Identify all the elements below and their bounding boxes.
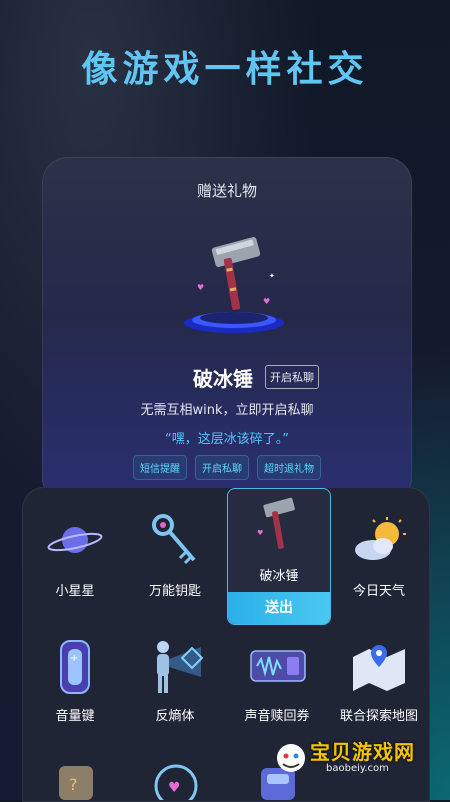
gift-quote: “嘿，这层冰该碎了。” [165, 432, 289, 447]
gift-item-volume-key[interactable]: + 音量键 [25, 633, 125, 733]
svg-text:♥: ♥ [263, 297, 270, 306]
gift-item-anti-entropy[interactable]: 反熵体 [125, 633, 225, 733]
svg-text:♥: ♥ [257, 529, 263, 537]
tag-open-chat: 开启私聊 [195, 455, 249, 480]
page-headline: 像游戏一样社交 [81, 49, 369, 90]
hammer-hero-icon: ♥ ♥ ✦ [184, 237, 284, 333]
svg-text:✦: ✦ [269, 272, 275, 280]
gift-item-weather[interactable]: 今日天气 [329, 498, 429, 618]
send-button[interactable]: 送出 [228, 592, 330, 624]
gift-label: 万能钥匙 [148, 584, 201, 599]
hammer-icon: ♥ [257, 497, 295, 549]
svg-text:♥: ♥ [197, 283, 204, 292]
gift-item-exploration-map[interactable]: 联合探索地图 [329, 633, 429, 733]
card-title: 赠送礼物 [196, 182, 257, 200]
planet-icon [47, 527, 103, 553]
figure-icon [157, 641, 204, 693]
gift-detail-card: 赠送礼物 ♥ ♥ ✦ 破冰锤 开启私聊 无需互相wink，立即开启私聊 “嘿，这… [42, 157, 412, 504]
feature-tags: 短信提醒 开启私聊 超时退礼物 [43, 455, 411, 480]
heart-gauge-icon: ♥ [154, 764, 198, 800]
watermark-text: 宝贝游戏网 [310, 740, 415, 764]
gift-label: 小星星 [55, 584, 95, 599]
volume-key-icon: + [60, 640, 90, 694]
gift-label: 联合探索地图 [339, 709, 418, 724]
weather-icon [355, 517, 406, 560]
tag-sms-reminder: 短信提醒 [133, 455, 187, 480]
svg-text:♥: ♥ [168, 780, 181, 796]
gift-item-hammer-selected[interactable]: ♥ 破冰锤 送出 [227, 488, 331, 625]
gift-item-star[interactable]: 小星星 [25, 498, 125, 618]
gift-badge: 开启私聊 [265, 365, 319, 389]
gift-label: 声音赎回券 [244, 709, 310, 724]
svg-text:?: ? [69, 775, 78, 794]
gift-label: 音量键 [55, 709, 95, 724]
gift-item-key[interactable]: 万能钥匙 [125, 498, 225, 618]
gift-label: 破冰锤 [259, 569, 299, 584]
map-icon [353, 645, 405, 691]
svg-text:+: + [70, 653, 78, 664]
watermark-url: baobeiy.com [326, 763, 389, 774]
gift-label: 反熵体 [155, 709, 195, 724]
voucher-icon [250, 650, 306, 682]
gift-name: 破冰锤 [193, 367, 253, 391]
gift-description: 无需互相wink，立即开启私聊 [140, 403, 314, 418]
dice-icon: ? [59, 766, 93, 800]
gift-item-voice-voucher[interactable]: 声音赎回券 [227, 633, 327, 733]
key-icon [152, 514, 196, 565]
tag-timeout-refund: 超时退礼物 [257, 455, 321, 480]
gift-label: 今日天气 [352, 584, 405, 599]
